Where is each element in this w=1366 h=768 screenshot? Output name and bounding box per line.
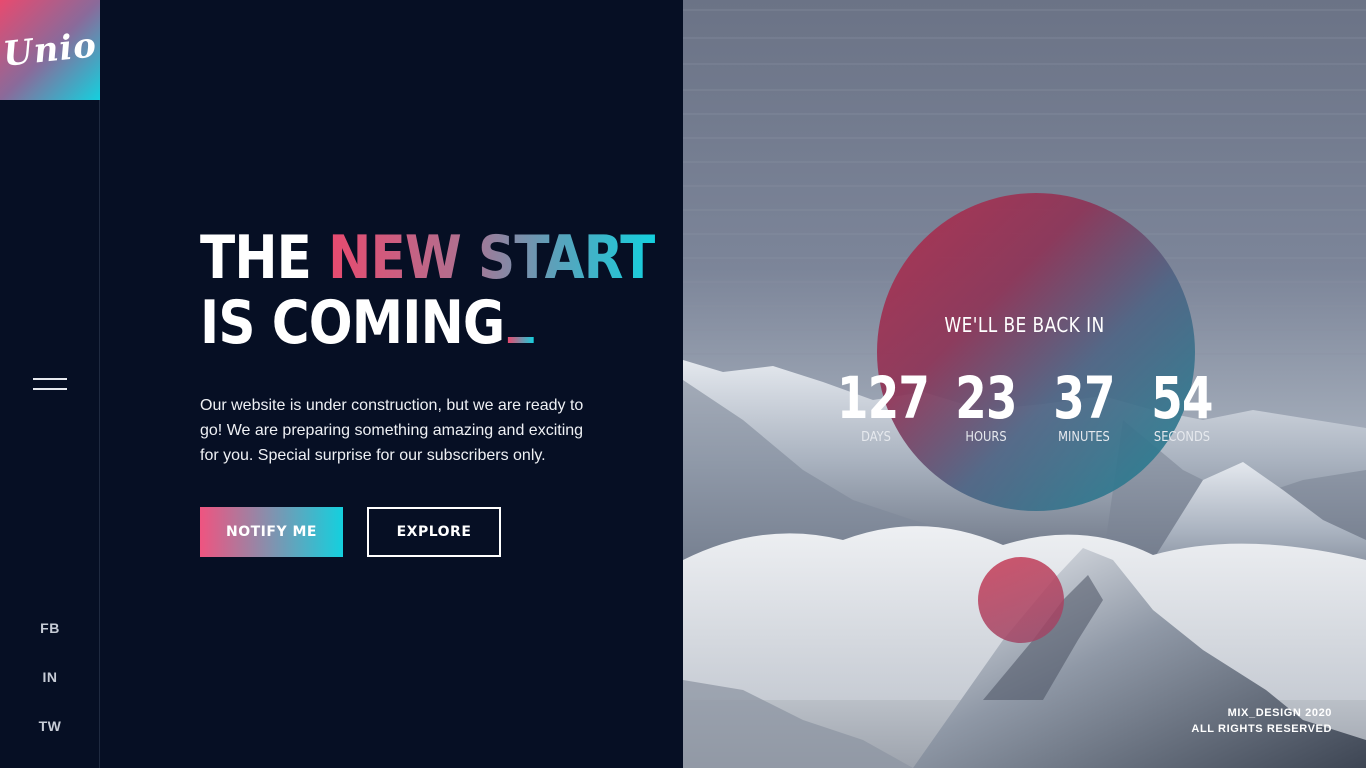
hamburger-menu-icon[interactable] (33, 376, 67, 394)
social-link-in[interactable]: IN (0, 669, 100, 685)
decorative-circle-small (978, 557, 1064, 643)
cursor-bar (507, 337, 534, 343)
social-link-fb[interactable]: FB (0, 620, 100, 636)
countdown-seconds-value: 54 (1151, 364, 1213, 432)
countdown-days-value: 127 (837, 364, 930, 432)
logo[interactable]: Unio (0, 0, 100, 100)
logo-text: Unio (1, 25, 99, 75)
headline-line2: IS COMING (200, 288, 505, 358)
countdown-days-label: DAYS (861, 430, 891, 445)
copyright-line1: MIX_DESIGN 2020 (1227, 707, 1332, 719)
countdown-hours: 23 HOURS (941, 367, 1031, 445)
social-link-tw[interactable]: TW (0, 718, 100, 734)
countdown-title: WE'LL BE BACK IN (944, 313, 1105, 337)
countdown-seconds: 54 SECONDS (1137, 367, 1227, 445)
countdown-minutes-value: 37 (1053, 364, 1115, 432)
countdown-days: 127 DAYS (826, 364, 930, 445)
description-text: Our website is under construction, but w… (200, 397, 584, 464)
countdown-hours-label: HOURS (965, 430, 1007, 445)
copyright-line2: ALL RIGHTS RESERVED (1191, 723, 1332, 735)
decorative-circle-large (877, 193, 1195, 511)
countdown-minutes-label: MINUTES (1058, 430, 1110, 445)
page-title: THE NEW START IS COMING (200, 223, 656, 358)
countdown-minutes: 37 MINUTES (1039, 367, 1129, 445)
headline-word: THE (200, 223, 312, 293)
explore-button[interactable]: EXPLORE (367, 507, 501, 557)
countdown-hours-value: 23 (955, 364, 1017, 432)
countdown-seconds-label: SECONDS (1153, 430, 1211, 445)
headline-highlight: NEW START (328, 223, 655, 293)
copyright: MIX_DESIGN 2020 ALL RIGHTS RESERVED (1191, 705, 1332, 737)
notify-me-button[interactable]: NOTIFY ME (200, 507, 343, 557)
sidebar: Unio FB IN TW (0, 0, 100, 768)
